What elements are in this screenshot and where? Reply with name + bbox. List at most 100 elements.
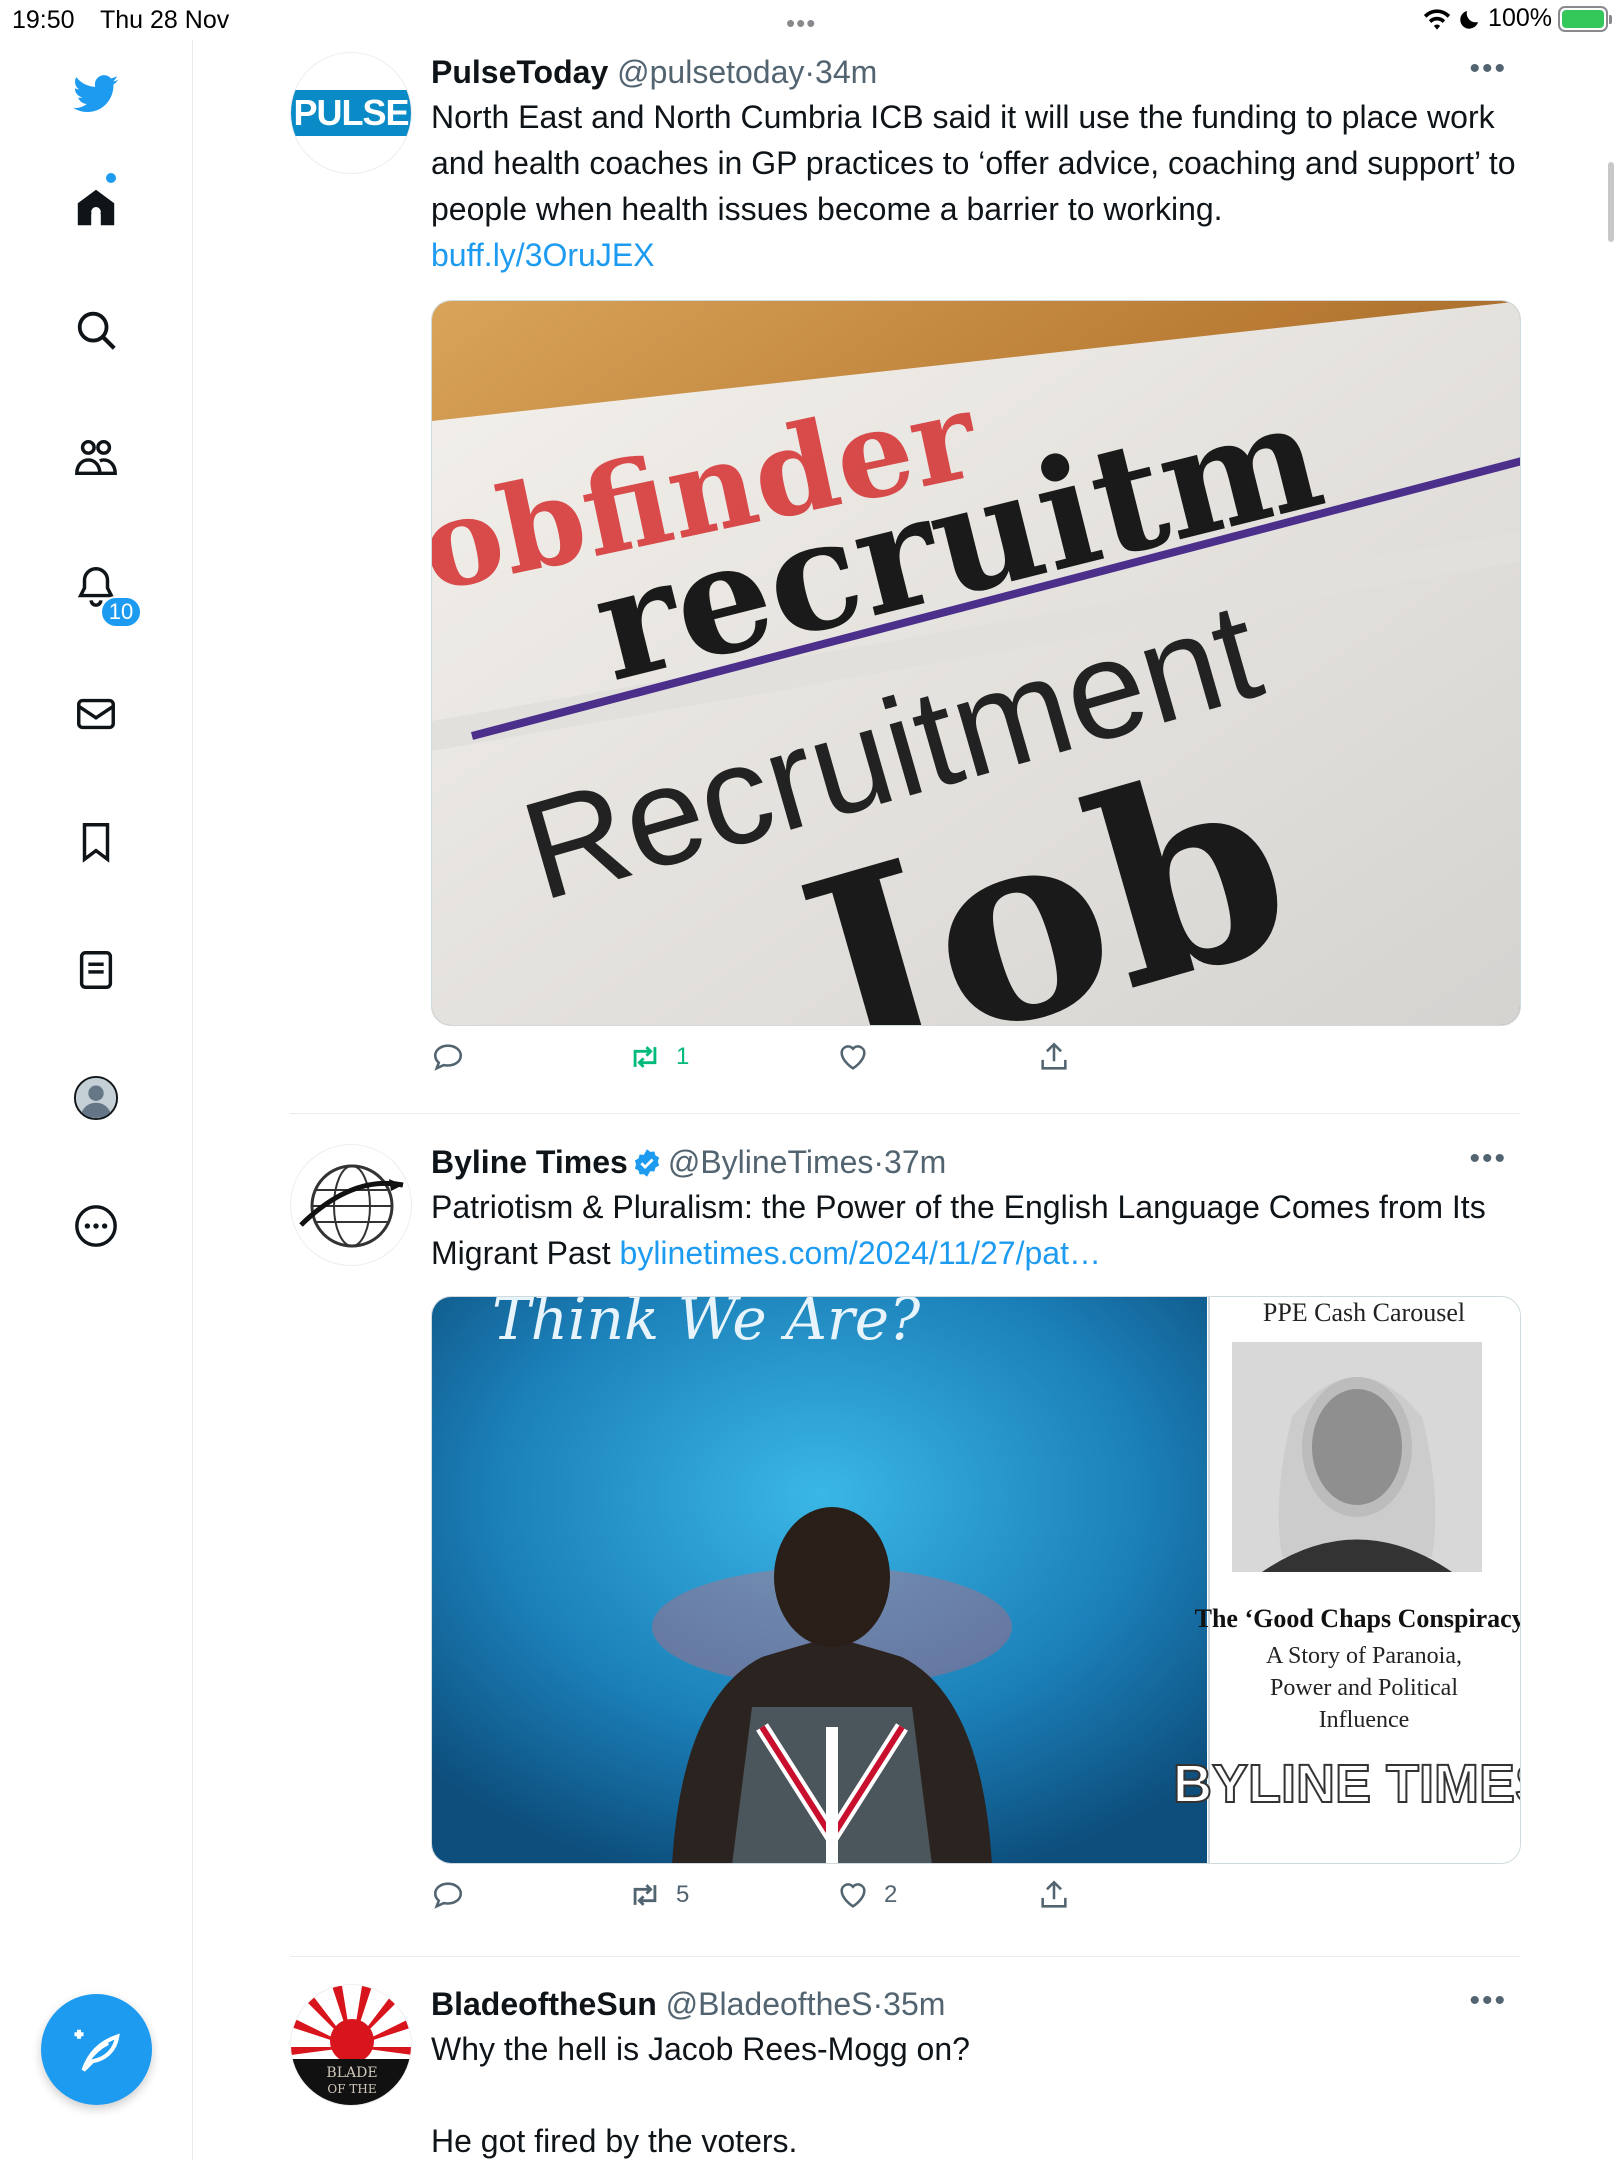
tweet-body-line-1: Why the hell is Jacob Rees-Mogg on? bbox=[431, 2031, 970, 2067]
separator: · bbox=[873, 1144, 885, 1180]
author-handle[interactable]: @pulsetoday bbox=[617, 54, 804, 90]
tweet-actions: 5 2 bbox=[431, 1878, 1521, 1938]
tweet-content: BladeoftheSun @BladeoftheS·35m ••• Why t… bbox=[431, 1984, 1521, 2160]
multitasking-dots-icon[interactable]: ••• bbox=[786, 8, 816, 39]
retweet-button[interactable]: 5 bbox=[628, 1878, 689, 1912]
battery-icon bbox=[1558, 5, 1612, 32]
lists-icon bbox=[79, 951, 113, 989]
separator: · bbox=[872, 1986, 884, 2022]
more-menu-icon[interactable]: ••• bbox=[1469, 1142, 1507, 1176]
byline-times-cover-image: Think We Are? PPE Cash Carousel The ‘Goo… bbox=[432, 1297, 1521, 1863]
byline-times-logo: BYLINE TIMES bbox=[1173, 1754, 1521, 1814]
tweet-content: PulseToday @pulsetoday·34m ••• North Eas… bbox=[431, 52, 1521, 1100]
separator: · bbox=[804, 54, 816, 90]
side-sub-1: A Story of Paranoia, bbox=[1266, 1643, 1462, 1669]
nav-lists[interactable] bbox=[68, 942, 124, 998]
tweet-link[interactable]: bylinetimes.com/2024/11/27/pat… bbox=[620, 1235, 1101, 1271]
nav-communities[interactable] bbox=[68, 430, 124, 486]
twitter-bird-icon bbox=[73, 75, 119, 113]
tweet-content: Byline Times @BylineTimes·37m ••• Patriot… bbox=[431, 1142, 1521, 1938]
twitter-logo-button[interactable] bbox=[68, 66, 124, 122]
side-title: PPE Cash Carousel bbox=[1263, 1298, 1465, 1327]
nav-messages[interactable] bbox=[68, 686, 124, 742]
avatar-text-ofthe: OF THE bbox=[327, 2082, 376, 2096]
side-sub-3: Influence bbox=[1319, 1707, 1410, 1733]
status-bar: 19:50 Thu 28 Nov ••• 100% bbox=[0, 0, 1620, 40]
battery-fill bbox=[1562, 9, 1604, 28]
tweet-body-line-2: He got fired by the voters. bbox=[431, 2123, 798, 2159]
retweet-count: 1 bbox=[676, 1043, 690, 1070]
compose-feather-icon bbox=[74, 2029, 120, 2072]
battery-percent: 100% bbox=[1488, 4, 1552, 32]
author-name[interactable]: PulseToday bbox=[431, 54, 608, 90]
communities-icon bbox=[75, 439, 117, 476]
like-button[interactable] bbox=[836, 1040, 884, 1074]
tweet-time[interactable]: 35m bbox=[883, 1986, 945, 2022]
nav-more[interactable] bbox=[68, 1198, 124, 1254]
avatar-text-blade: BLADE bbox=[326, 2065, 377, 2081]
messages-envelope-icon bbox=[77, 698, 115, 730]
heart-icon bbox=[840, 1045, 866, 1070]
tweet-divider bbox=[290, 1956, 1520, 1957]
tweet-header: BladeoftheSun @BladeoftheS·35m bbox=[431, 1984, 1521, 2024]
like-count: 2 bbox=[884, 1881, 898, 1908]
scrollbar[interactable] bbox=[1608, 162, 1614, 242]
byline-globe-logo-icon bbox=[299, 1164, 404, 1248]
more-menu-icon[interactable]: ••• bbox=[1469, 52, 1507, 86]
tweet-media-image[interactable]: obfinder recruitm Recruitment Job bbox=[431, 300, 1521, 1026]
like-button[interactable]: 2 bbox=[836, 1878, 897, 1912]
blade-of-the-sun-avatar-image: BLADE OF THE bbox=[291, 1985, 411, 2105]
status-right: 100% bbox=[1422, 4, 1612, 33]
compose-tweet-button[interactable] bbox=[41, 1994, 152, 2105]
retweet-icon bbox=[633, 1046, 657, 1068]
nav-search[interactable] bbox=[68, 302, 124, 358]
wifi-icon bbox=[1423, 8, 1451, 30]
bookmark-icon bbox=[82, 823, 110, 863]
media-banner-text: Think We Are? bbox=[492, 1297, 921, 1353]
home-icon bbox=[77, 189, 115, 226]
heart-icon bbox=[840, 1883, 866, 1908]
tweet-actions: 1 bbox=[431, 1040, 1521, 1100]
avatar[interactable]: BLADE OF THE bbox=[290, 1984, 412, 2106]
profile-avatar-icon bbox=[73, 1075, 119, 1121]
side-headline: The ‘Good Chaps Conspiracy’ bbox=[1195, 1604, 1521, 1633]
timeline-feed[interactable]: PULSE PulseToday @pulsetoday·34m ••• Nor… bbox=[193, 40, 1620, 2160]
verified-badge-icon bbox=[634, 1149, 659, 1177]
tweet-link[interactable]: buff.ly/3OruJEX bbox=[431, 237, 655, 273]
reply-button[interactable] bbox=[431, 1878, 479, 1912]
tweet-time[interactable]: 37m bbox=[884, 1144, 946, 1180]
share-icon bbox=[1041, 1880, 1067, 1908]
side-sub-2: Power and Political bbox=[1270, 1675, 1458, 1701]
notifications-badge: 10 bbox=[100, 596, 142, 628]
share-icon bbox=[1041, 1042, 1067, 1070]
share-button[interactable] bbox=[1037, 1040, 1071, 1074]
tweet-divider bbox=[290, 1113, 1520, 1114]
author-handle[interactable]: @BladeoftheS bbox=[666, 1986, 873, 2022]
tweet-header: PulseToday @pulsetoday·34m bbox=[431, 52, 1521, 92]
nav-home[interactable] bbox=[68, 180, 124, 236]
sidebar: 10 bbox=[0, 40, 193, 2160]
author-handle[interactable]: @BylineTimes bbox=[668, 1144, 874, 1180]
retweet-button[interactable]: 1 bbox=[628, 1040, 689, 1074]
more-options-icon bbox=[75, 1205, 117, 1247]
tweet-time[interactable]: 34m bbox=[815, 54, 877, 90]
retweet-icon bbox=[633, 1884, 657, 1906]
avatar[interactable]: PULSE bbox=[290, 52, 412, 174]
nav-bookmarks[interactable] bbox=[68, 814, 124, 870]
avatar[interactable] bbox=[290, 1144, 412, 1266]
author-name[interactable]: BladeoftheSun bbox=[431, 1986, 657, 2022]
nav-profile[interactable] bbox=[68, 1070, 124, 1126]
more-menu-icon[interactable]: ••• bbox=[1469, 1984, 1507, 2018]
author-name[interactable]: Byline Times bbox=[431, 1144, 628, 1180]
tweet-text: Why the hell is Jacob Rees-Mogg on? He g… bbox=[431, 2026, 1521, 2160]
search-icon bbox=[77, 311, 116, 350]
tweet-media-image[interactable]: Think We Are? PPE Cash Carousel The ‘Goo… bbox=[431, 1296, 1521, 1864]
tweet-text: North East and North Cumbria ICB said it… bbox=[431, 94, 1521, 278]
share-button[interactable] bbox=[1037, 1878, 1071, 1912]
do-not-disturb-moon-icon bbox=[1460, 10, 1479, 29]
reply-icon bbox=[433, 1044, 463, 1071]
reply-icon bbox=[433, 1882, 463, 1909]
tweet-body: North East and North Cumbria ICB said it… bbox=[431, 99, 1516, 227]
reply-button[interactable] bbox=[431, 1040, 479, 1074]
pulse-logo: PULSE bbox=[291, 90, 411, 136]
